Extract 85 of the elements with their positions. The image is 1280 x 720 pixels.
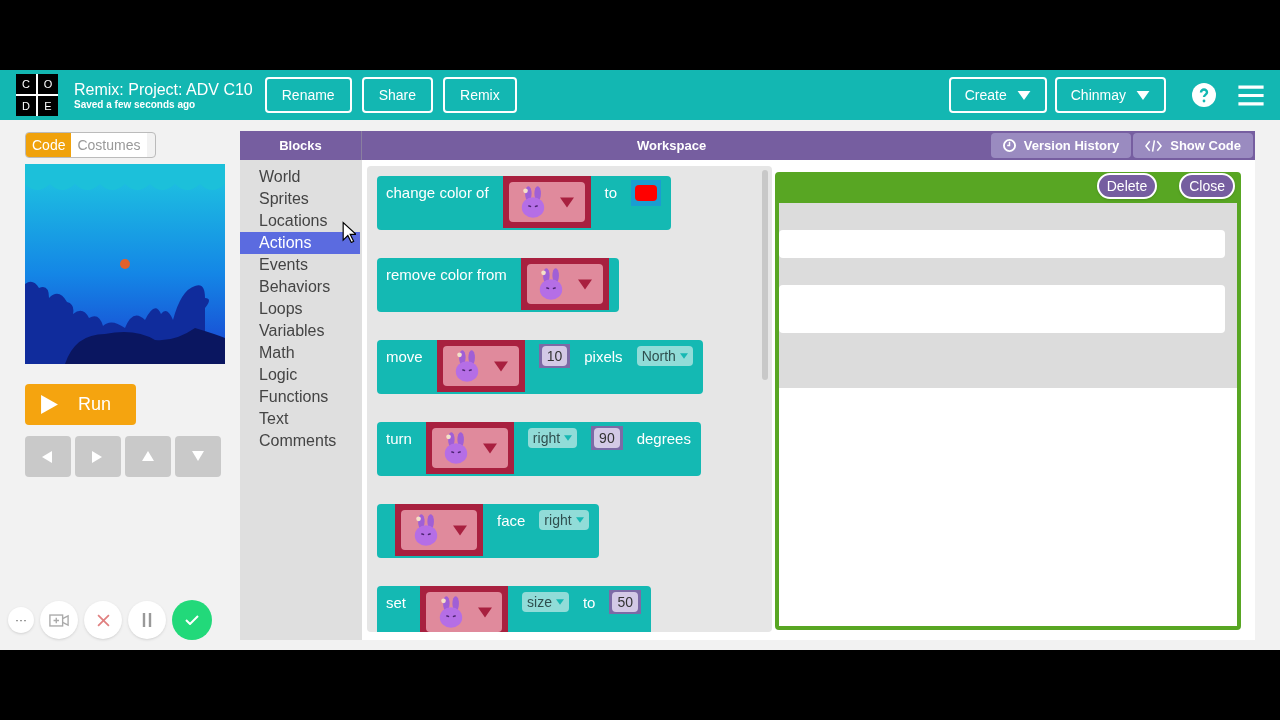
text-field[interactable]: [779, 285, 1225, 333]
code-block[interactable]: set size to 50: [377, 586, 651, 632]
pause-button[interactable]: [128, 601, 166, 639]
arrow-key[interactable]: [125, 436, 171, 477]
caret-icon: [578, 278, 593, 290]
arrow-key[interactable]: [25, 436, 71, 477]
block-label: set: [386, 593, 406, 613]
caret-icon: [575, 517, 584, 523]
menu-icon[interactable]: [1238, 84, 1264, 106]
category-item[interactable]: Text: [240, 408, 360, 430]
sprite-dropdown[interactable]: [520, 258, 609, 310]
play-icon: [41, 395, 58, 414]
category-item[interactable]: Events: [240, 254, 360, 276]
category-item[interactable]: Sprites: [240, 188, 360, 210]
caret-icon: [452, 524, 467, 536]
code-block[interactable]: move 10 pixels North: [377, 340, 703, 394]
code-icon: [1145, 139, 1163, 152]
done-button[interactable]: [172, 600, 212, 640]
check-icon: [185, 615, 199, 625]
number-input[interactable]: 90: [591, 426, 623, 450]
caret-icon: [560, 196, 575, 208]
block-label: degrees: [636, 429, 691, 449]
value-dropdown[interactable]: size: [522, 592, 569, 612]
mouse-pointer-icon: [342, 221, 356, 243]
code-block[interactable]: turn right 90 degrees: [377, 422, 701, 476]
arrow-key[interactable]: [75, 436, 121, 477]
block-label: to: [582, 593, 596, 613]
category-item[interactable]: Variables: [240, 320, 360, 342]
caret-icon: [1136, 90, 1150, 100]
more-button[interactable]: ···: [8, 607, 34, 633]
value-dropdown[interactable]: right: [527, 428, 578, 448]
value-dropdown[interactable]: right: [539, 510, 589, 530]
video-camera-icon: [49, 613, 69, 627]
dialog-button[interactable]: Delete: [1096, 173, 1158, 199]
caret-icon: [679, 353, 688, 359]
number-input[interactable]: 10: [538, 344, 571, 368]
caret-icon: [1016, 90, 1031, 100]
cancel-button[interactable]: [84, 601, 122, 639]
sprite-dropdown[interactable]: [436, 340, 525, 392]
number-input[interactable]: 50: [609, 590, 641, 614]
caret-icon: [494, 360, 509, 372]
arrow-icon: [142, 450, 154, 463]
sprite-dropdown[interactable]: [395, 504, 483, 556]
category-item[interactable]: Functions: [240, 386, 360, 408]
arrow-key[interactable]: [175, 436, 221, 477]
arrow-icon: [92, 450, 104, 463]
dialog-button[interactable]: Close: [1179, 173, 1235, 199]
clock-icon: [1002, 139, 1016, 152]
caret-icon: [564, 435, 573, 441]
category-item[interactable]: World: [240, 166, 360, 188]
caret-icon: [555, 599, 564, 605]
category-item[interactable]: Loops: [240, 298, 360, 320]
block-label: move: [386, 347, 423, 367]
color-input[interactable]: [631, 180, 662, 206]
sprite-dropdown[interactable]: [420, 586, 508, 632]
code-logo[interactable]: C O D E: [16, 74, 58, 116]
category-item[interactable]: Actions: [240, 232, 360, 254]
close-icon: [96, 613, 110, 627]
caret-icon: [477, 606, 492, 618]
category-item[interactable]: Comments: [240, 430, 360, 452]
text-field[interactable]: [779, 230, 1225, 258]
arrow-icon: [42, 450, 54, 463]
pause-icon: [142, 613, 152, 627]
block-label: change color of: [386, 183, 489, 203]
project-title: Remix: Project: ADV C10: [74, 79, 253, 99]
help-icon[interactable]: [1192, 83, 1216, 107]
value-dropdown[interactable]: North: [636, 346, 693, 366]
sprite-dropdown[interactable]: [502, 176, 591, 228]
camera-button[interactable]: [40, 601, 78, 639]
category-item[interactable]: Behaviors: [240, 276, 360, 298]
block-label: turn: [386, 429, 412, 449]
code-block[interactable]: face right: [377, 504, 599, 558]
block-label: remove color from: [386, 265, 507, 285]
panel-header: Workspace: [637, 136, 707, 155]
block-label: face: [497, 511, 526, 531]
caret-icon: [483, 442, 498, 454]
panel-header: Blocks: [240, 131, 362, 160]
arrow-icon: [192, 450, 204, 463]
category-item[interactable]: Math: [240, 342, 360, 364]
block-label: to: [604, 183, 618, 203]
category-item[interactable]: Locations: [240, 210, 360, 232]
category-item[interactable]: Logic: [240, 364, 360, 386]
sprite-dropdown[interactable]: [425, 422, 514, 474]
block-label: pixels: [584, 347, 623, 367]
save-status: Saved a few seconds ago: [74, 98, 197, 111]
